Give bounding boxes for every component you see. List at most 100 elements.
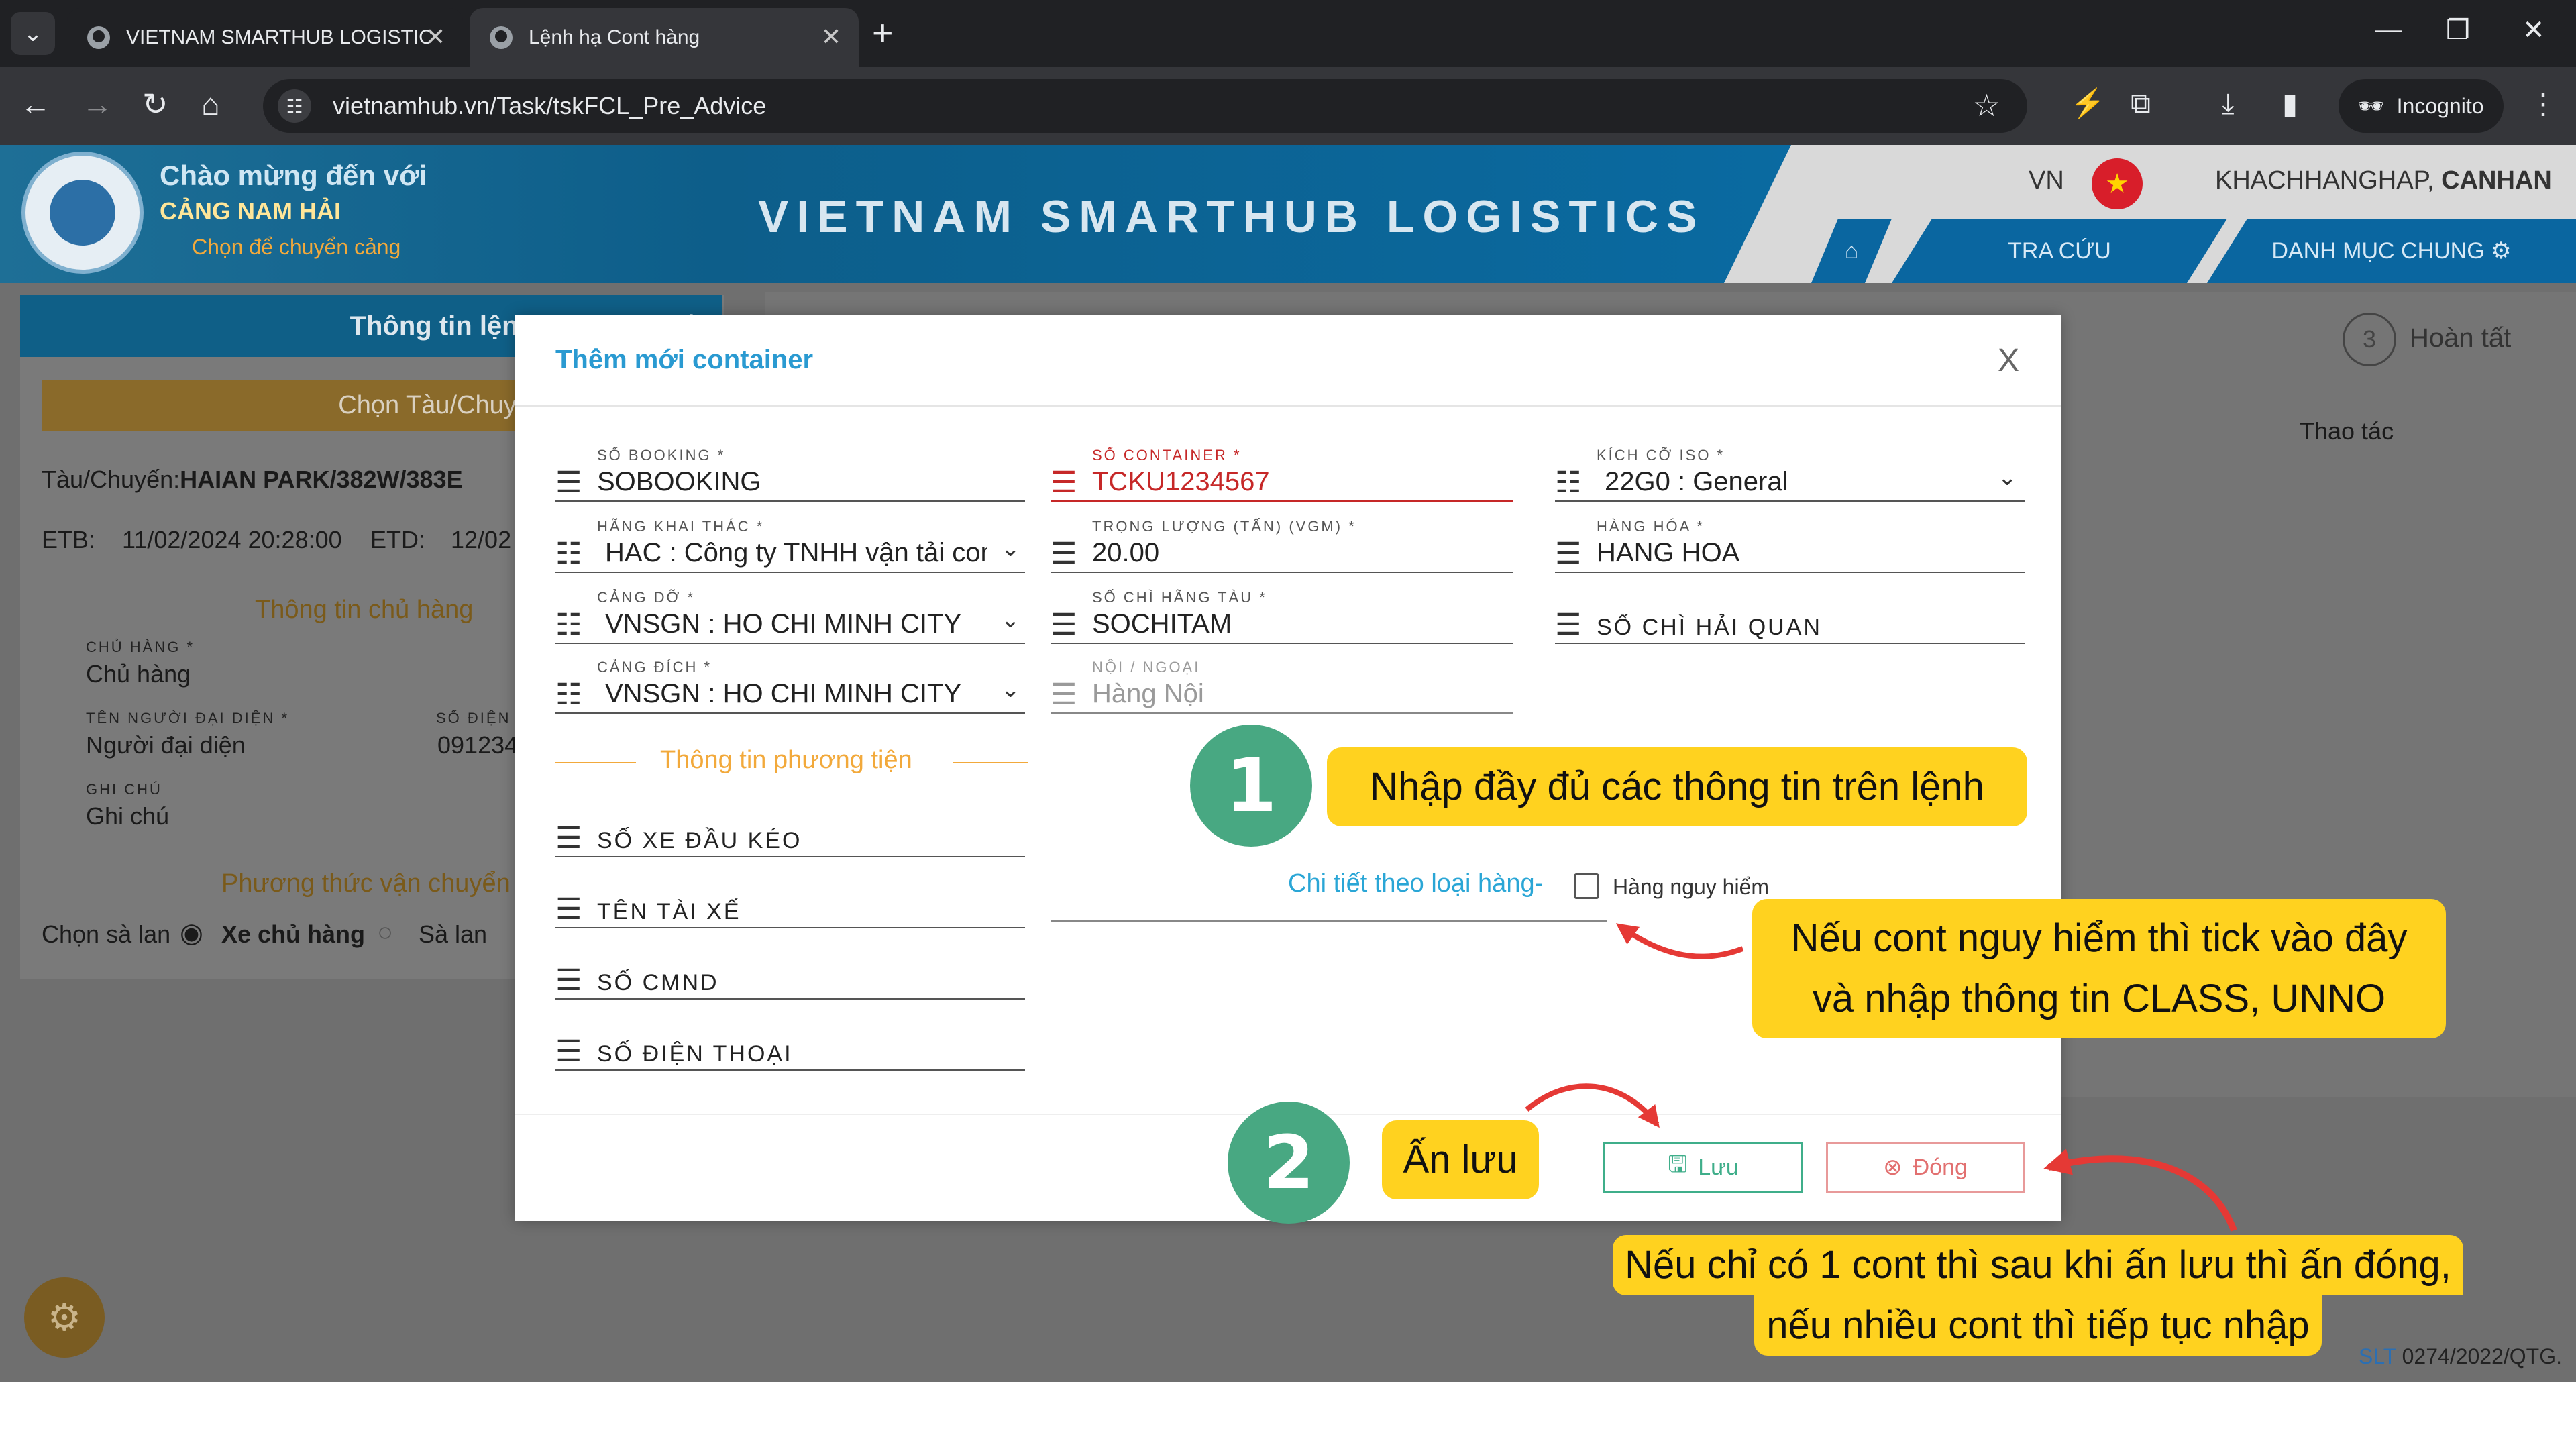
incognito-label: Incognito xyxy=(2396,93,2484,118)
bookmark-star-icon[interactable]: ☆ xyxy=(1973,87,2000,123)
etd-value: 12/02 xyxy=(451,526,512,553)
nav-home[interactable]: ⌂ xyxy=(1811,219,1892,283)
dangerous-goods-checkbox[interactable] xyxy=(1574,873,1599,899)
gear-icon: ⚙ xyxy=(2491,238,2512,264)
restore-icon[interactable]: ❐ xyxy=(2446,15,2470,46)
back-icon[interactable]: ← xyxy=(20,86,51,122)
favicon-icon xyxy=(490,26,513,49)
commodity-field[interactable]: ☰ HÀNG HÓA * HANG HOA xyxy=(1555,518,2025,578)
list-icon: ☰ xyxy=(1555,537,1582,570)
dangerous-goods-callout: Nếu cont nguy hiểm thì tick vào đây và n… xyxy=(1752,899,2446,1038)
sidepanel-icon[interactable]: ▮ xyxy=(2282,87,2298,120)
detail-by-cargo-label: Chi tiết theo loại hàng- xyxy=(1288,869,1544,898)
forward-icon[interactable]: → xyxy=(82,86,113,122)
list-icon: ☰ xyxy=(555,893,582,926)
modal-close-icon[interactable]: X xyxy=(1998,342,2019,379)
new-tab-button[interactable]: + xyxy=(872,12,894,54)
menu-kebab-icon[interactable]: ⋮ xyxy=(2529,87,2557,120)
tab-lenh-ha-cont[interactable]: Lệnh hạ Cont hàng ✕ xyxy=(470,8,859,67)
fpod-select[interactable]: ☷ CẢNG ĐÍCH * VNSGN : HO CHI MINH CITY ⌄ xyxy=(555,659,1025,719)
booking-field[interactable]: ☰ SỐ BOOKING * SOBOOKING xyxy=(555,447,1025,507)
rep-input[interactable]: Người đại diện xyxy=(86,731,246,759)
incognito-badge[interactable]: 🕶 Incognito xyxy=(2339,79,2504,133)
divider xyxy=(515,405,2061,407)
tab-smarthub[interactable]: VIETNAM SMARTHUB LOGISTIC ✕ xyxy=(67,8,463,67)
change-port-link[interactable]: Chọn để chuyển cảng xyxy=(192,235,400,260)
list-icon: ☷ xyxy=(555,537,582,570)
barge-label: Chọn sà lan xyxy=(42,920,171,948)
close-button[interactable]: ⊗ Đóng xyxy=(1826,1142,2025,1193)
list-icon: ☷ xyxy=(555,608,582,641)
line-seal-field[interactable]: ☰ SỐ CHÌ HÃNG TÀU * SOCHITAM xyxy=(1051,589,1513,649)
truck-number-field[interactable]: ☰ SỐ XE ĐẦU KÉO xyxy=(555,802,1025,863)
id-number-field[interactable]: ☰ SỐ CMND xyxy=(555,945,1025,1005)
etb-value: 11/02/2024 20:28:00 xyxy=(122,526,342,553)
list-icon: ☰ xyxy=(555,964,582,997)
customs-seal-field[interactable]: ☰ SỐ CHÌ HẢI QUAN xyxy=(1555,589,2025,649)
chevron-down-icon: ⌄ xyxy=(23,21,43,46)
browser-tab-bar: ⌄ VIETNAM SMARTHUB LOGISTIC ✕ Lệnh hạ Co… xyxy=(0,0,2576,67)
chevron-down-icon: ⌄ xyxy=(1001,607,1020,633)
weight-field[interactable]: ☰ TRỌNG LƯỢNG (TẤN) (VGM) * 20.00 xyxy=(1051,518,1513,578)
rep-label: TÊN NGƯỜI ĐẠI DIỆN * xyxy=(86,710,290,727)
list-icon: ☰ xyxy=(1051,608,1077,641)
reload-icon[interactable]: ↻ xyxy=(142,86,168,122)
tab-search-button[interactable]: ⌄ xyxy=(11,12,55,55)
pod-select[interactable]: ☷ CẢNG DỠ * VNSGN : HO CHI MINH CITY ⌄ xyxy=(555,589,1025,649)
nav-tra-cuu[interactable]: TRA CỨU xyxy=(1892,219,2227,283)
port-logo xyxy=(21,152,144,274)
settings-gear-icon[interactable]: ⚙ xyxy=(24,1277,105,1358)
save-button[interactable]: 🖫 Lưu xyxy=(1603,1142,1803,1193)
user-name[interactable]: KHACHHANGHAP, CANHAN xyxy=(2215,166,2552,195)
radio-owner-truck-label: Xe chủ hàng xyxy=(221,920,366,948)
screen: ⌄ VIETNAM SMARTHUB LOGISTIC ✕ Lệnh hạ Co… xyxy=(0,0,2576,1449)
phone-field[interactable]: ☰ SỐ ĐIỆN THOẠI xyxy=(555,1016,1025,1076)
etb-label: ETB: xyxy=(42,526,96,553)
radio-barge-label: Sà lan xyxy=(419,920,488,948)
vessel-label: Tàu/Chuyến:HAIAN PARK/382W/383E xyxy=(42,466,463,493)
list-icon: ☰ xyxy=(555,822,582,855)
app-title: VIETNAM SMARTHUB LOGISTICS xyxy=(758,191,1705,242)
home-icon[interactable]: ⌂ xyxy=(201,86,220,122)
tab-close-icon[interactable]: ✕ xyxy=(425,23,445,51)
home-icon: ⌂ xyxy=(1844,237,1859,264)
window-close-icon[interactable]: ✕ xyxy=(2522,15,2545,46)
port-name: CẢNG NAM HẢI xyxy=(160,197,341,225)
site-info-icon[interactable]: ☷ xyxy=(278,89,311,123)
divider xyxy=(555,762,636,763)
list-icon: ☰ xyxy=(1051,678,1077,711)
domestic-field[interactable]: ☰ NỘI / NGOẠI Hàng Nội xyxy=(1051,659,1513,719)
col-action-header: Thao tác xyxy=(2300,417,2394,445)
radio-owner-truck-icon[interactable]: ◉ xyxy=(180,918,203,949)
owner-input[interactable]: Chủ hàng xyxy=(86,660,191,688)
etd-label: ETD: xyxy=(370,526,426,553)
step-2-badge: 2 xyxy=(1228,1102,1350,1224)
container-number-field[interactable]: ☰ SỐ CONTAINER * TCKU1234567 xyxy=(1051,447,1513,507)
browser-toolbar: ← → ↻ ⌂ ☷ vietnamhub.vn/Task/tskFCL_Pre_… xyxy=(0,67,2576,145)
owner-label: CHỦ HÀNG * xyxy=(86,639,195,655)
dangerous-goods-label: Hàng nguy hiểm xyxy=(1613,875,1770,899)
radio-barge-icon[interactable]: ○ xyxy=(377,918,393,948)
divider xyxy=(953,762,1028,763)
tab-close-icon[interactable]: ✕ xyxy=(821,23,841,51)
driver-name-field[interactable]: ☰ TÊN TÀI XẾ xyxy=(555,873,1025,934)
vietnam-flag-icon[interactable]: ★ xyxy=(2092,158,2143,209)
vehicle-section-title: Thông tin phương tiện xyxy=(660,746,912,774)
operator-select[interactable]: ☷ HÃNG KHAI THÁC * HAC : Công ty TNHH vậ… xyxy=(555,518,1025,578)
favicon-icon xyxy=(87,26,110,49)
extension-icon[interactable]: ⚡ xyxy=(2070,87,2105,120)
address-bar[interactable]: ☷ vietnamhub.vn/Task/tskFCL_Pre_Advice ☆ xyxy=(263,79,2027,133)
nav-danh-muc-chung[interactable]: DANH MỤC CHUNG ⚙ xyxy=(2207,219,2576,283)
download-icon[interactable]: ⤓ xyxy=(2222,87,2235,120)
puzzle-icon[interactable]: ⧉ xyxy=(2131,87,2151,120)
incognito-icon: 🕶 xyxy=(2357,94,2385,118)
chevron-down-icon: ⌄ xyxy=(1001,677,1020,702)
phone-input[interactable]: 091234 xyxy=(437,731,518,759)
minimize-icon[interactable]: — xyxy=(2375,15,2402,45)
step-3-label: Hoàn tất xyxy=(2410,323,2512,353)
iso-size-select[interactable]: ☷ KÍCH CỠ ISO * 22G0 : General ⌄ xyxy=(1555,447,2025,507)
note-input[interactable]: Ghi chú xyxy=(86,802,169,830)
language-code[interactable]: VN xyxy=(2029,166,2064,195)
list-icon: ☰ xyxy=(1051,537,1077,570)
modal-title: Thêm mới container xyxy=(555,345,814,374)
